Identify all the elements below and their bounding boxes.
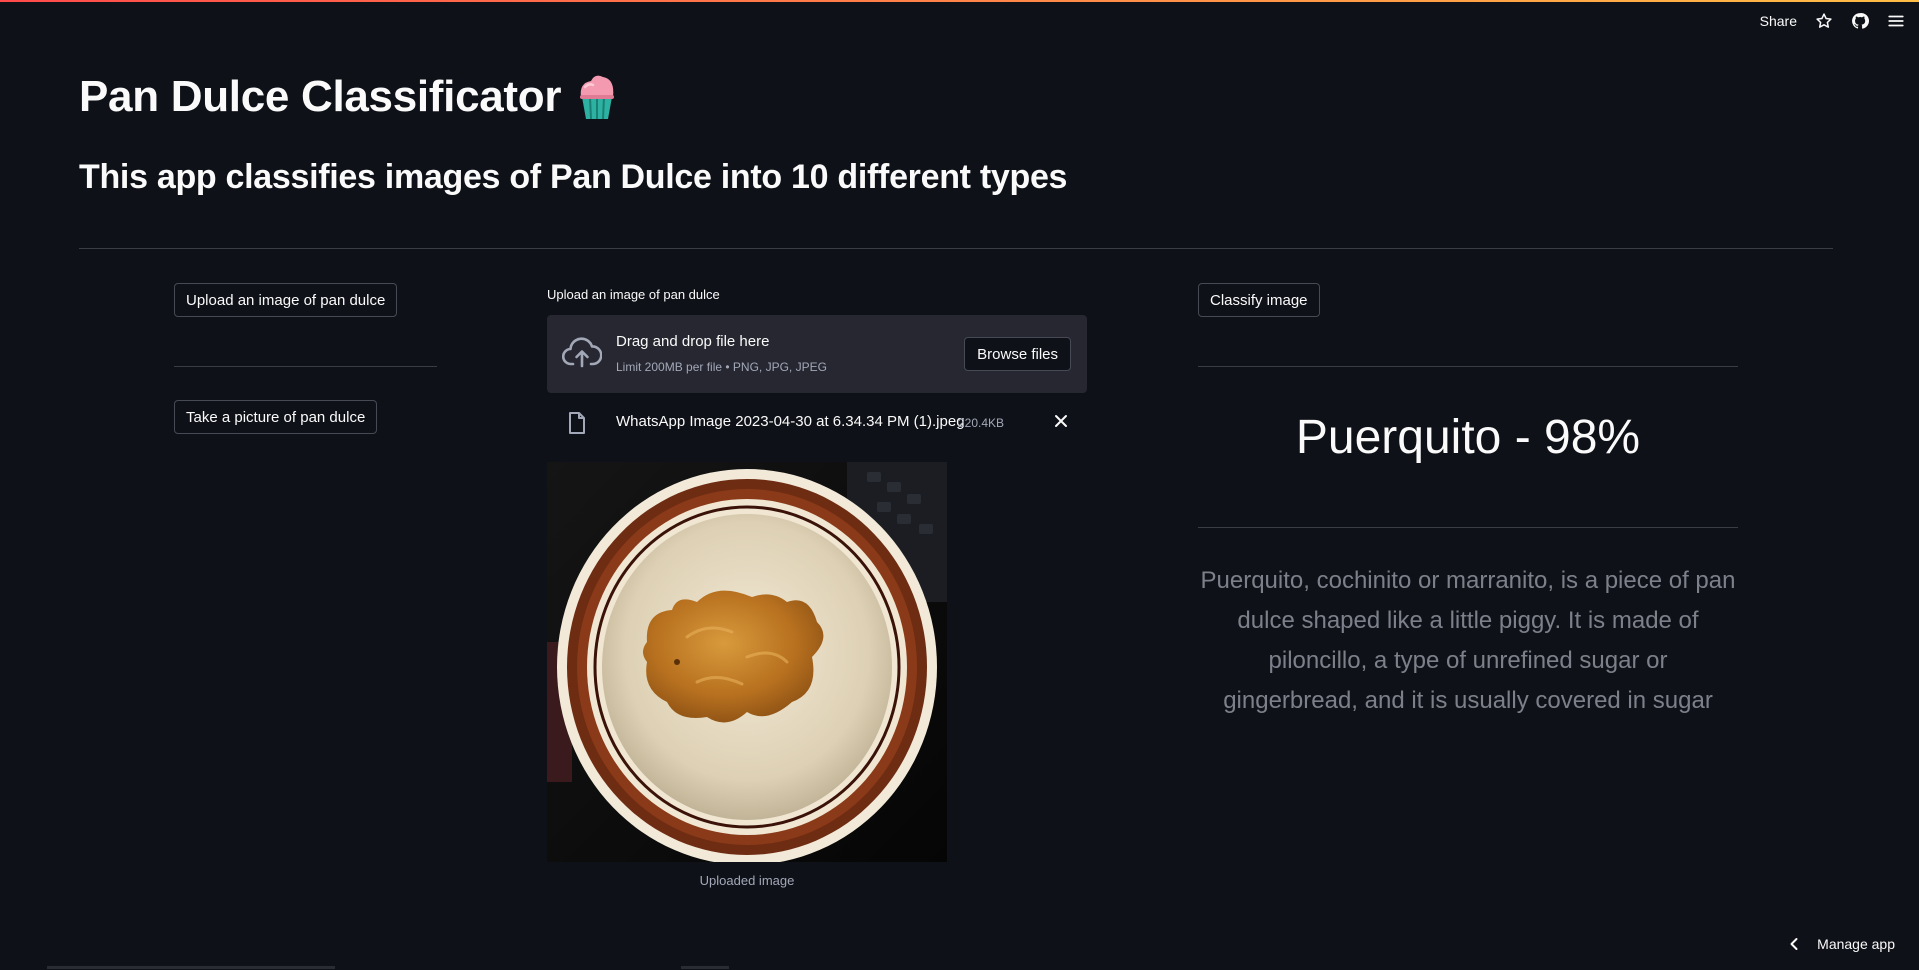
top-toolbar: Share — [1760, 12, 1905, 30]
uploaded-file-name: WhatsApp Image 2023-04-30 at 6.34.34 PM … — [616, 413, 965, 430]
page-subtitle: This app classifies images of Pan Dulce … — [79, 158, 1068, 196]
scrollbar-thumb[interactable] — [681, 966, 729, 969]
dropzone-limit: Limit 200MB per file • PNG, JPG, JPEG — [616, 360, 827, 374]
upload-image-button[interactable]: Upload an image of pan dulce — [174, 283, 398, 317]
scrollbar-track — [47, 966, 335, 969]
classify-image-button[interactable]: Classify image — [1198, 283, 1320, 317]
uploader-label: Upload an image of pan dulce — [547, 287, 720, 302]
classification-result: Puerquito - 98% — [1295, 411, 1641, 464]
uploaded-file-row: WhatsApp Image 2023-04-30 at 6.34.34 PM … — [547, 404, 1087, 440]
page-title-text: Pan Dulce Classificator — [79, 72, 562, 121]
browse-files-button[interactable]: Browse files — [964, 337, 1071, 371]
classification-description: Puerquito, cochinito or marranito, is a … — [1200, 567, 1736, 714]
manage-app-button[interactable]: Manage app — [1789, 936, 1895, 952]
close-icon[interactable] — [1053, 413, 1069, 429]
image-caption: Uploaded image — [699, 873, 795, 888]
hamburger-menu-icon[interactable] — [1887, 12, 1905, 30]
left-divider — [174, 366, 437, 367]
right-divider-top — [1198, 366, 1738, 367]
cloud-upload-icon — [562, 337, 602, 368]
uploaded-image — [547, 462, 947, 862]
cupcake-icon — [580, 75, 615, 120]
manage-app-label: Manage app — [1817, 936, 1895, 952]
top-decoration-line — [0, 0, 1919, 2]
star-icon[interactable] — [1815, 12, 1833, 30]
take-picture-button[interactable]: Take a picture of pan dulce — [174, 400, 378, 434]
chevron-left-icon — [1790, 938, 1798, 950]
header-divider — [79, 248, 1833, 249]
file-icon — [569, 412, 585, 434]
page-title: Pan Dulce Classificator — [79, 72, 619, 122]
file-dropzone[interactable]: Drag and drop file here Limit 200MB per … — [547, 315, 1087, 393]
github-icon[interactable] — [1851, 12, 1869, 30]
share-button[interactable]: Share — [1760, 13, 1797, 29]
right-divider-bottom — [1198, 527, 1738, 528]
uploaded-file-size: 220.4KB — [958, 416, 1005, 430]
dropzone-instructions: Drag and drop file here — [616, 333, 770, 350]
